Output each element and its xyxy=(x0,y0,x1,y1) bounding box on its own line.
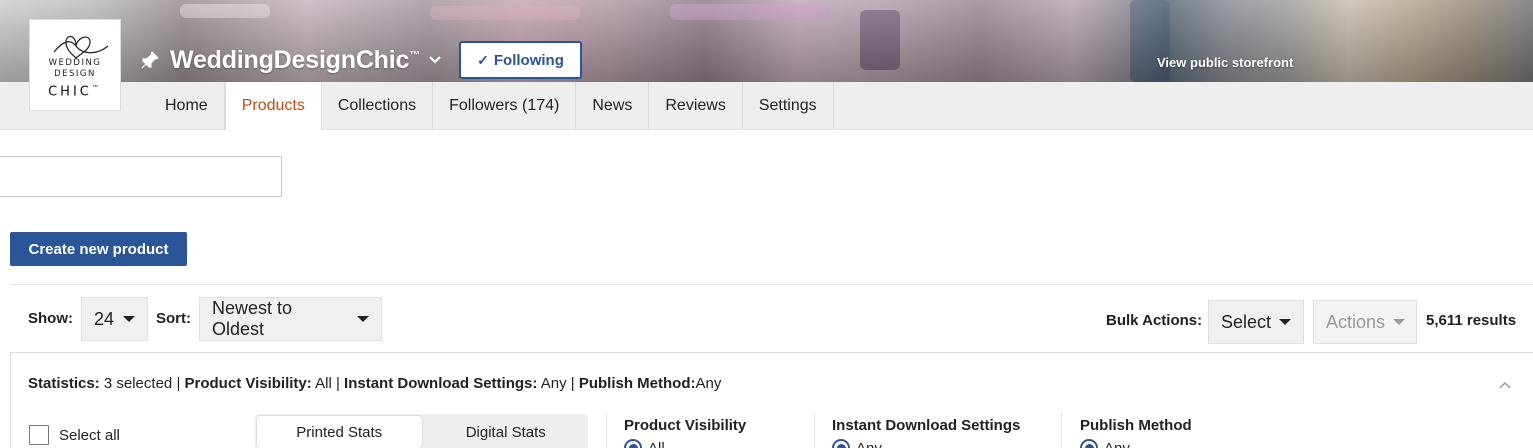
download-value: Any xyxy=(540,375,567,392)
sort-select[interactable]: Newest to Oldest xyxy=(199,297,382,341)
tab-news[interactable]: News xyxy=(576,82,650,130)
store-header: WeddingDesignChic™ ✓ Following xyxy=(139,41,583,79)
download-label: Instant Download Settings: xyxy=(344,375,538,392)
store-nav: Home Products Collections Followers (174… xyxy=(0,82,1533,130)
store-logo[interactable]: WEDDING DESIGN CHIC™ xyxy=(29,19,121,111)
radio-label: Any xyxy=(1104,439,1130,448)
publish-method-title: Publish Method xyxy=(1080,417,1192,434)
view-public-storefront-link[interactable]: View public storefront xyxy=(1157,55,1293,70)
select-all-checkbox[interactable] xyxy=(29,425,49,445)
show-label: Show: xyxy=(28,310,73,327)
show-count-value: 24 xyxy=(94,308,115,329)
bulk-actions-label: Bulk Actions: xyxy=(1106,312,1203,329)
tab-settings[interactable]: Settings xyxy=(743,82,834,130)
printed-stats-tab[interactable]: Printed Stats xyxy=(257,416,422,448)
following-label: Following xyxy=(493,51,564,69)
results-count: 5,611 results xyxy=(1426,312,1517,329)
sort-value: Newest to Oldest xyxy=(212,298,293,339)
radio-selected-icon xyxy=(832,439,850,448)
divider xyxy=(606,413,607,448)
pin-icon[interactable] xyxy=(139,49,161,71)
logo-text-chic: CHIC™ xyxy=(48,80,102,100)
chevron-down-icon[interactable] xyxy=(428,53,442,67)
tab-products[interactable]: Products xyxy=(224,82,322,130)
caret-down-icon xyxy=(123,316,135,322)
tab-collections[interactable]: Collections xyxy=(322,82,434,130)
product-visibility-title: Product Visibility xyxy=(624,417,747,434)
sort-label: Sort: xyxy=(156,310,191,327)
create-new-product-button[interactable]: Create new product xyxy=(10,232,187,266)
caret-down-icon xyxy=(1279,319,1292,325)
tab-reviews[interactable]: Reviews xyxy=(649,82,743,130)
logo-tm: ™ xyxy=(91,83,102,92)
banner-decoration xyxy=(430,6,580,20)
digital-stats-tab[interactable]: Digital Stats xyxy=(424,414,589,448)
caret-down-icon xyxy=(1393,319,1406,325)
separator: | xyxy=(570,375,575,392)
divider xyxy=(1061,413,1062,448)
radio-label: All xyxy=(648,439,665,448)
radio-label: Any xyxy=(856,439,882,448)
logo-chic: CHIC xyxy=(48,84,92,99)
publish-value: Any xyxy=(695,375,722,392)
select-all-label: Select all xyxy=(59,427,120,444)
caret-down-icon xyxy=(357,316,369,322)
radio-selected-icon xyxy=(624,439,642,448)
visibility-value: All xyxy=(315,375,332,392)
statistics-label: Statistics: xyxy=(28,375,100,392)
store-tm: ™ xyxy=(409,49,421,62)
product-search-input[interactable] xyxy=(0,156,282,197)
checkmark-icon: ✓ xyxy=(477,51,489,68)
following-button[interactable]: ✓ Following xyxy=(459,41,583,79)
tab-home[interactable]: Home xyxy=(149,82,225,130)
heart-icon xyxy=(53,35,109,59)
statistics-summary[interactable]: Statistics: 3 selected | Product Visibil… xyxy=(28,375,721,392)
show-count-select[interactable]: 24 xyxy=(81,297,148,341)
store-name[interactable]: WeddingDesignChic™ xyxy=(170,46,420,75)
chevron-up-icon[interactable] xyxy=(1498,377,1512,391)
publish-label: Publish Method: xyxy=(578,375,696,392)
bulk-select-value: Select xyxy=(1221,311,1272,332)
instant-download-title: Instant Download Settings xyxy=(832,417,1021,434)
radio-selected-icon xyxy=(1080,439,1098,448)
nav-tabs: Home Products Collections Followers (174… xyxy=(149,82,834,130)
instant-download-radio-any[interactable]: Any xyxy=(832,439,882,448)
product-visibility-radio-all[interactable]: All xyxy=(624,439,665,448)
divider xyxy=(10,284,1533,285)
separator: | xyxy=(176,375,181,392)
divider xyxy=(814,413,815,448)
bulk-select-dropdown[interactable]: Select xyxy=(1208,300,1304,344)
store-name-text: WeddingDesignChic xyxy=(170,45,410,74)
publish-method-radio-any[interactable]: Any xyxy=(1080,439,1130,448)
actions-dropdown[interactable]: Actions xyxy=(1313,300,1417,344)
statistics-value: 3 selected xyxy=(103,375,173,392)
banner-decoration xyxy=(180,4,270,18)
banner-decoration xyxy=(860,10,900,70)
separator: | xyxy=(335,375,340,392)
stats-type-toggle: Printed Stats Digital Stats xyxy=(255,414,588,448)
statistics-panel: Statistics: 3 selected | Product Visibil… xyxy=(10,352,1533,448)
visibility-label: Product Visibility: xyxy=(184,375,312,392)
tab-followers[interactable]: Followers (174) xyxy=(433,82,577,130)
actions-value: Actions xyxy=(1326,311,1386,332)
banner-decoration xyxy=(670,4,830,20)
logo-text-design: DESIGN xyxy=(54,68,96,79)
